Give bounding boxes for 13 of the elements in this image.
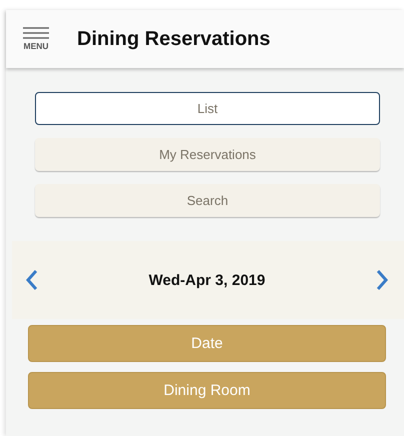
view-tab[interactable]: Search	[35, 184, 380, 217]
menu-icon	[23, 27, 49, 39]
view-tab[interactable]: List	[35, 92, 380, 125]
filter-button[interactable]: Dining Room	[28, 372, 386, 409]
chevron-left-icon	[26, 269, 38, 291]
page-title: Dining Reservations	[77, 28, 270, 50]
next-day-button[interactable]	[376, 269, 388, 291]
menu-button[interactable]: MENU	[23, 27, 49, 51]
chevron-right-icon	[376, 269, 388, 291]
previous-day-button[interactable]	[26, 269, 38, 291]
view-tab[interactable]: My Reservations	[35, 138, 380, 171]
current-date: Wed-Apr 3, 2019	[148, 272, 266, 288]
filter-button[interactable]: Date	[28, 325, 386, 362]
